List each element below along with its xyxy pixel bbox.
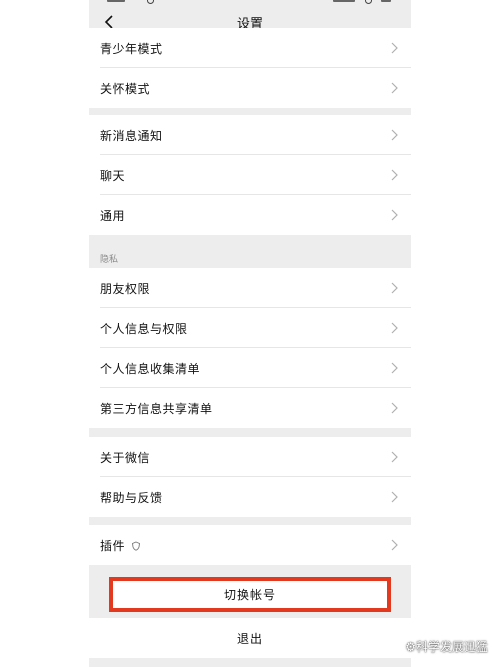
settings-item-help-feedback[interactable]: 帮助与反馈 [89, 477, 411, 517]
settings-screen: 设置 青少年模式 关怀模式 新消息通知 聊天 通用 隐私 朋友权限 个人信息与权… [89, 0, 411, 667]
chevron-right-icon [391, 129, 398, 141]
settings-item-label: 朋友权限 [100, 281, 151, 296]
watermark-icon: ⚙ [405, 640, 416, 654]
chevron-right-icon [391, 491, 398, 503]
settings-item-personal-info-list[interactable]: 个人信息收集清单 [89, 348, 411, 388]
switch-account-label: 切换帐号 [223, 588, 276, 602]
chevron-right-icon [391, 169, 398, 181]
settings-item-label: 个人信息与权限 [100, 321, 188, 336]
settings-item-label: 通用 [100, 208, 126, 223]
settings-item-label: 新消息通知 [100, 128, 163, 143]
settings-item-plugins[interactable]: 插件 [89, 525, 411, 565]
settings-item-label: 插件 [100, 537, 141, 554]
settings-item-label: 个人信息收集清单 [100, 361, 201, 376]
settings-item-label: 帮助与反馈 [100, 490, 163, 505]
settings-item-care-mode[interactable]: 关怀模式 [89, 68, 411, 108]
section-label-privacy: 隐私 [100, 255, 119, 265]
chevron-right-icon [391, 82, 398, 94]
settings-item-about[interactable]: 关于微信 [89, 437, 411, 477]
shield-icon [132, 541, 141, 551]
chevron-right-icon [391, 362, 398, 374]
chevron-right-icon [391, 322, 398, 334]
settings-item-chat[interactable]: 聊天 [89, 155, 411, 195]
watermark: ⚙科学发展迅猛 [405, 640, 488, 654]
switch-account-button[interactable]: 切换帐号 [109, 577, 391, 612]
chevron-right-icon [391, 42, 398, 54]
settings-item-third-party-sharing[interactable]: 第三方信息共享清单 [89, 388, 411, 428]
settings-item-label: 青少年模式 [100, 41, 163, 56]
logout-label: 退出 [236, 631, 263, 646]
settings-item-label: 关怀模式 [100, 81, 151, 96]
settings-item-friend-permissions[interactable]: 朋友权限 [89, 268, 411, 308]
logout-button[interactable]: 退出 [89, 618, 411, 658]
chevron-right-icon [391, 282, 398, 294]
chevron-right-icon [391, 209, 398, 221]
chevron-right-icon [391, 402, 398, 414]
settings-item-teen-mode[interactable]: 青少年模式 [89, 28, 411, 68]
chevron-right-icon [391, 539, 398, 551]
plugins-label: 插件 [100, 538, 126, 553]
chevron-left-icon [104, 15, 113, 29]
chevron-right-icon [391, 451, 398, 463]
settings-item-label: 聊天 [100, 168, 126, 183]
settings-item-general[interactable]: 通用 [89, 195, 411, 235]
settings-item-notifications[interactable]: 新消息通知 [89, 115, 411, 155]
settings-item-label: 第三方信息共享清单 [100, 401, 213, 416]
settings-item-personal-info-permissions[interactable]: 个人信息与权限 [89, 308, 411, 348]
settings-item-label: 关于微信 [100, 450, 151, 465]
